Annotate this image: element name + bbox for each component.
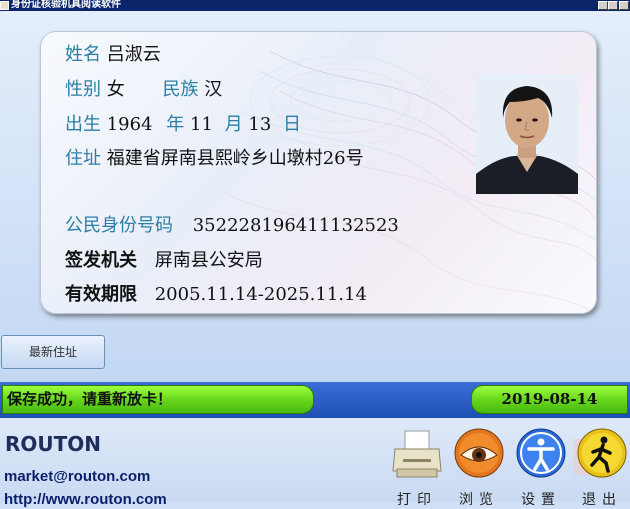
minimize-button[interactable] xyxy=(598,1,608,10)
exit-button[interactable]: 退出 xyxy=(574,425,630,508)
status-date: 2019-08-14 xyxy=(471,385,628,414)
browse-label: 浏览 xyxy=(459,492,499,508)
browse-button[interactable]: 浏览 xyxy=(451,425,507,508)
print-button[interactable]: 打印 xyxy=(389,425,445,508)
id-photo xyxy=(476,74,578,194)
contact-email[interactable]: market@routon.com xyxy=(4,468,150,485)
exit-label: 退出 xyxy=(582,492,622,508)
sex-ethnic-row: 性别 女 民族 汉 xyxy=(65,79,222,101)
settings-label: 设置 xyxy=(521,492,561,508)
latest-address-button[interactable]: 最新住址 xyxy=(1,335,105,369)
authority-value: 屏南县公安局 xyxy=(154,250,263,271)
ethnic-value: 汉 xyxy=(204,79,223,100)
authority-row: 签发机关 屏南县公安局 xyxy=(65,250,263,272)
address-label: 住址 xyxy=(65,148,101,169)
sex-label: 性别 xyxy=(65,79,101,100)
birth-row: 出生 1964 年 11 月 13 日 xyxy=(65,114,301,136)
month-label: 月 xyxy=(224,114,243,135)
day-label: 日 xyxy=(283,114,302,135)
id-number-value: 352228196411132523 xyxy=(192,215,399,236)
authority-label: 签发机关 xyxy=(65,250,137,271)
print-label: 打印 xyxy=(397,492,437,508)
maximize-button[interactable] xyxy=(608,1,618,10)
birth-year: 1964 xyxy=(106,114,153,135)
settings-button[interactable]: 设置 xyxy=(513,425,569,508)
main-panel: 姓名 吕淑云 性别 女 民族 汉 出生 1964 年 11 月 13 日 住址 … xyxy=(0,11,630,382)
eye-icon xyxy=(454,428,504,478)
accessibility-icon xyxy=(516,428,566,478)
ethnic-label: 民族 xyxy=(162,79,199,100)
validity-label: 有效期限 xyxy=(65,284,137,305)
window-title: 身份证核验机具阅读软件 xyxy=(11,0,121,10)
routon-logo: ROUTON xyxy=(5,432,102,456)
birth-label: 出生 xyxy=(65,114,101,135)
title-bar[interactable]: 身份证核验机具阅读软件 xyxy=(0,0,630,11)
app-icon[interactable] xyxy=(0,1,9,10)
address-row: 住址 福建省屏南县熙岭乡山墩村26号 xyxy=(65,148,364,170)
name-row: 姓名 吕淑云 xyxy=(65,44,161,66)
close-button[interactable] xyxy=(619,1,629,10)
name-label: 姓名 xyxy=(65,44,101,65)
year-label: 年 xyxy=(166,114,185,135)
validity-row: 有效期限 2005.11.14-2025.11.14 xyxy=(65,284,367,306)
validity-value: 2005.11.14-2025.11.14 xyxy=(154,284,367,305)
address-value: 福建省屏南县熙岭乡山墩村26号 xyxy=(106,148,364,169)
status-message: 保存成功，请重新放卡！ xyxy=(2,385,314,414)
birth-month: 11 xyxy=(190,114,213,135)
sex-value: 女 xyxy=(106,79,125,100)
id-number-row: 公民身份号码 352228196411132523 xyxy=(65,215,399,237)
birth-day: 13 xyxy=(248,114,272,135)
id-number-label: 公民身份号码 xyxy=(65,215,173,236)
printer-icon xyxy=(392,430,442,478)
website-url[interactable]: http://www.routon.com xyxy=(4,491,167,508)
name-value: 吕淑云 xyxy=(106,44,161,65)
exit-icon xyxy=(574,428,627,478)
id-card: 姓名 吕淑云 性别 女 民族 汉 出生 1964 年 11 月 13 日 住址 … xyxy=(40,31,597,314)
